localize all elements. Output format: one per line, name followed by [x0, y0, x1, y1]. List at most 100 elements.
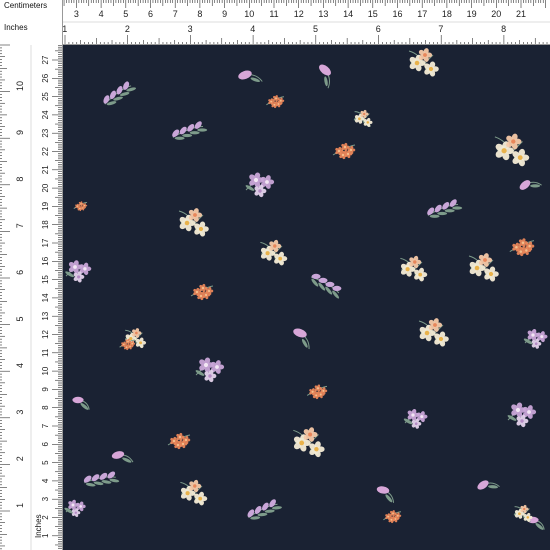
top-cm-label: 17: [417, 9, 427, 19]
left-cm-label: 15: [41, 275, 50, 284]
left-cm-label: 3: [41, 496, 50, 501]
left-cm-label: 13: [41, 311, 50, 320]
left-ruler: 27 26 25 24 23 22 21 20 19 18 17 16 15 14 13 12 11 10 9 8 7 6…: [0, 0, 63, 550]
cream-flower-cluster: [178, 208, 209, 237]
top-cm-label: 20: [491, 9, 501, 19]
top-cm-label: 14: [343, 9, 353, 19]
lilac-flower-cluster: [65, 260, 92, 283]
top-inch-label: 3: [188, 24, 193, 34]
left-inch-label: 9: [15, 130, 25, 135]
lilac-flower-cluster: [523, 328, 548, 349]
left-inch-label: 2: [15, 456, 25, 461]
left-cm-label: 7: [41, 423, 50, 428]
cream-flower-cluster: [353, 109, 373, 128]
left-cm-label: 20: [41, 183, 50, 192]
lilac-flower-cluster: [403, 408, 428, 429]
left-cm-label: 25: [41, 92, 50, 101]
coral-flower-sprig: [306, 384, 328, 400]
left-inch-label: 1: [15, 503, 25, 508]
cream-flower-cluster: [468, 253, 499, 282]
centimeters-label: Centimeters: [4, 1, 48, 10]
coral-flower-sprig: [167, 432, 191, 450]
tulip-bud: [293, 328, 310, 350]
top-cm-label: 10: [244, 9, 254, 19]
left-cm-label: 26: [41, 73, 50, 82]
left-cm-label: 24: [41, 110, 50, 119]
top-inch-label: 6: [376, 24, 381, 34]
left-cm-label: 19: [41, 201, 50, 210]
coral-flower-sprig: [509, 238, 535, 257]
cream-flower-cluster: [400, 255, 428, 282]
top-inch-label: 4: [250, 24, 255, 34]
left-cm-label: 14: [41, 293, 50, 302]
left-cm-label: 5: [41, 460, 50, 465]
top-cm-label: 12: [294, 9, 304, 19]
left-inch-label: 7: [15, 223, 25, 228]
top-ruler-ticks: 1234567891011121314151617181920211234567…: [24, 0, 550, 44]
top-cm-label: 19: [467, 9, 477, 19]
ruler-corner: Centimeters Inches: [0, 0, 62, 44]
left-inch-label: 4: [15, 363, 25, 368]
left-cm-label: 27: [41, 55, 50, 64]
left-cm-label: 18: [41, 220, 50, 229]
coral-flower-sprig: [190, 283, 214, 301]
left-cm-label: 6: [41, 442, 50, 447]
top-cm-label: 8: [197, 9, 202, 19]
lilac-flower-cluster: [245, 172, 275, 198]
left-inch-label: 6: [15, 270, 25, 275]
floral-pattern: [64, 48, 548, 530]
tulip-bud: [319, 64, 331, 89]
coral-flower-sprig: [332, 142, 356, 160]
coral-flower-sprig: [73, 201, 88, 212]
coral-flower-sprig: [119, 338, 136, 351]
tulip-bud: [72, 396, 90, 410]
lilac-flower-cluster: [195, 357, 225, 383]
top-cm-label: 9: [222, 9, 227, 19]
left-cm-label: 4: [41, 478, 50, 483]
lilac-flower-cluster: [507, 402, 537, 428]
top-cm-label: 5: [123, 9, 128, 19]
bud-sprig: [103, 81, 137, 106]
cream-flower-cluster: [260, 239, 288, 266]
cream-flower-cluster: [408, 48, 439, 77]
top-cm-label: 21: [516, 9, 526, 19]
tulip-bud: [111, 451, 134, 463]
left-cm-label: 16: [41, 256, 50, 265]
cream-flower-cluster: [513, 504, 533, 523]
left-inch-label: 8: [15, 177, 25, 182]
bud-sprig: [83, 471, 120, 487]
top-inch-label: 7: [438, 24, 443, 34]
left-inch-label: 5: [15, 316, 25, 321]
coral-flower-sprig: [383, 510, 402, 524]
left-cm-label: 21: [41, 165, 50, 174]
fabric-swatch: [63, 45, 550, 550]
left-cm-label: 8: [41, 405, 50, 410]
left-cm-label: 22: [41, 147, 50, 156]
cream-flower-cluster: [418, 318, 449, 347]
left-cm-label: 9: [41, 387, 50, 392]
lilac-flower-cluster: [64, 499, 86, 518]
left-cm-label: 12: [41, 330, 50, 339]
left-cm-label: 11: [41, 348, 50, 357]
left-cm-label: 23: [41, 128, 50, 137]
top-cm-label: 11: [269, 9, 278, 19]
cream-flower-cluster: [494, 133, 530, 167]
left-inches-label: Inches: [34, 514, 43, 538]
top-cm-label: 6: [148, 9, 153, 19]
top-inch-label: 8: [501, 24, 506, 34]
cream-flower-cluster: [293, 427, 325, 458]
inches-label: Inches: [4, 23, 28, 32]
top-cm-label: 16: [392, 9, 402, 19]
top-inch-label: 5: [313, 24, 318, 34]
bud-sprig: [310, 273, 342, 299]
left-inch-label: 3: [15, 410, 25, 415]
tulip-bud: [238, 70, 263, 83]
top-cm-label: 13: [318, 9, 328, 19]
left-cm-label: 17: [41, 238, 50, 247]
top-ruler: 1234567891011121314151617181920211234567…: [0, 0, 550, 45]
top-cm-label: 18: [442, 9, 452, 19]
cream-flower-cluster: [180, 479, 208, 506]
bud-sprig: [247, 499, 282, 520]
top-inch-label: 2: [125, 24, 130, 34]
left-ruler-ticks: 2726252423222120191817161514131211109876…: [0, 44, 62, 550]
